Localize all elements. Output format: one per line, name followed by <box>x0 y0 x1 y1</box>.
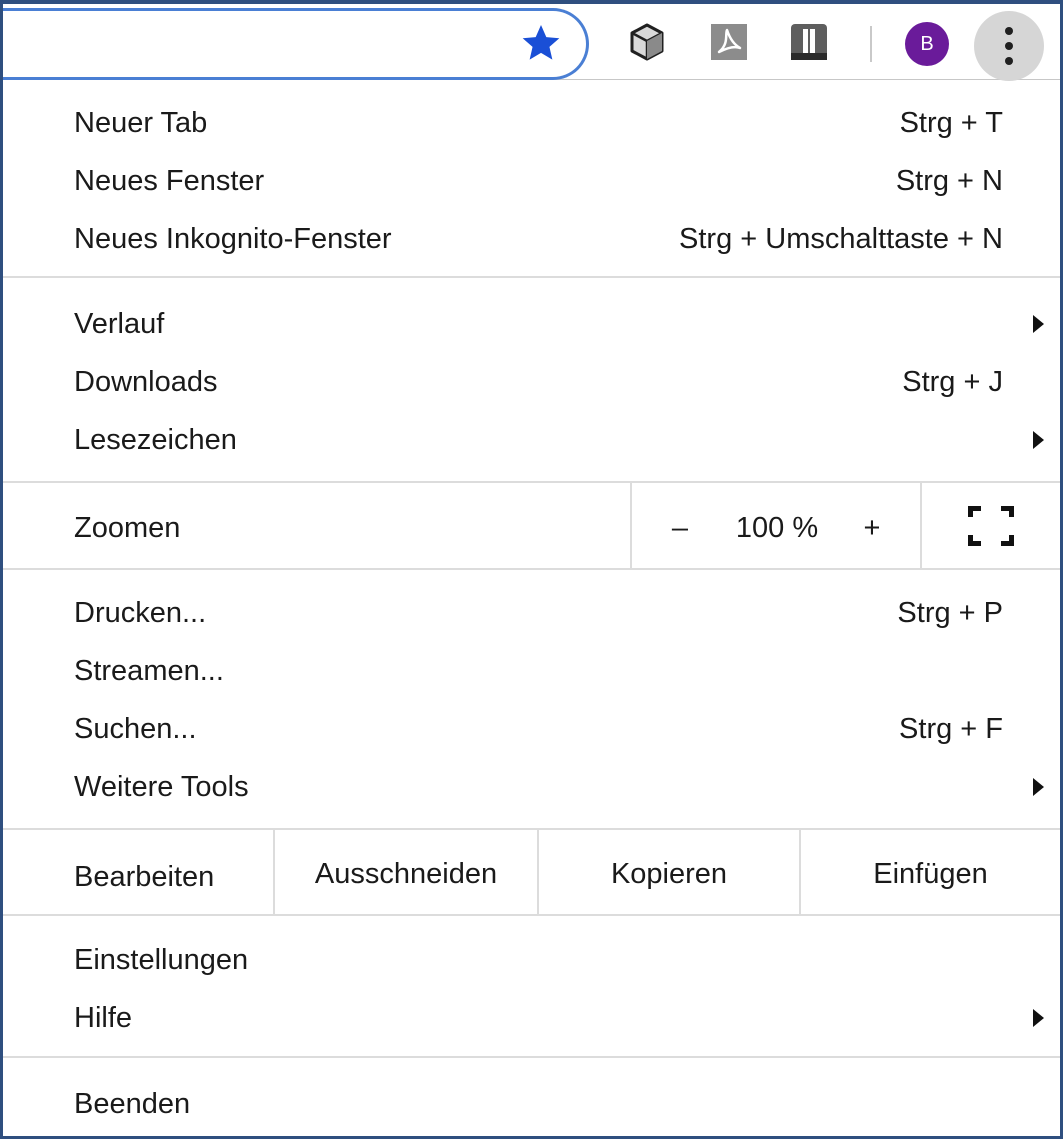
menu-item-label: Drucken... <box>74 597 207 629</box>
menu-separator <box>3 828 1060 830</box>
menu-item-label: Suchen... <box>74 713 197 745</box>
menu-separator <box>3 481 1060 483</box>
toolbar-divider <box>870 26 872 62</box>
menu-item-label: Neues Fenster <box>74 165 265 197</box>
menu-item-find[interactable]: Suchen... Strg + F <box>3 701 1060 757</box>
menu-item-exit[interactable]: Beenden <box>3 1076 1060 1132</box>
menu-item-new-tab[interactable]: Neuer Tab Strg + T <box>3 95 1060 151</box>
menu-item-label: Bearbeiten <box>74 861 215 893</box>
profile-avatar[interactable]: B <box>905 22 949 66</box>
more-vert-icon[interactable] <box>974 11 1044 81</box>
copy-button[interactable]: Kopieren <box>539 854 799 894</box>
pdf-icon[interactable] <box>709 22 749 62</box>
menu-item-label: Neues Inkognito-Fenster <box>74 223 392 255</box>
star-icon[interactable] <box>519 21 563 65</box>
menu-item-label: Zoomen <box>74 512 181 544</box>
menu-item-label: Verlauf <box>74 308 165 340</box>
menu-item-label: Lesezeichen <box>74 424 237 456</box>
menu-item-label: Streamen... <box>74 655 224 687</box>
menu-item-downloads[interactable]: Downloads Strg + J <box>3 354 1060 410</box>
zoom-divider <box>920 483 922 569</box>
zoom-level: 100 % <box>735 512 819 544</box>
menu-item-label: Weitere Tools <box>74 771 249 803</box>
menu-separator <box>3 1056 1060 1058</box>
browser-toolbar: B <box>3 4 1060 81</box>
cube-icon[interactable] <box>627 22 667 62</box>
zoom-divider <box>630 483 632 569</box>
menu-item-bookmarks[interactable]: Lesezeichen <box>3 412 1060 468</box>
zoom-out-button[interactable]: – <box>663 508 697 548</box>
menu-separator <box>3 568 1060 570</box>
submenu-arrow-icon <box>1033 315 1044 333</box>
menu-item-cast[interactable]: Streamen... <box>3 643 1060 699</box>
menu-item-settings[interactable]: Einstellungen <box>3 932 1060 988</box>
menu-item-more-tools[interactable]: Weitere Tools <box>3 759 1060 815</box>
menu-item-zoom: Zoomen <box>3 500 1060 556</box>
zoom-in-button[interactable]: + <box>855 508 889 548</box>
paste-button[interactable]: Einfügen <box>801 854 1060 894</box>
submenu-arrow-icon <box>1033 778 1044 796</box>
address-bar[interactable] <box>3 8 589 80</box>
menu-item-incognito[interactable]: Neues Inkognito-Fenster Strg + Umschaltt… <box>3 211 1060 267</box>
menu-item-history[interactable]: Verlauf <box>3 296 1060 352</box>
submenu-arrow-icon <box>1033 431 1044 449</box>
cut-button[interactable]: Ausschneiden <box>275 854 537 894</box>
menu-separator <box>3 276 1060 278</box>
menu-item-label: Hilfe <box>74 1002 133 1034</box>
extension-icon[interactable] <box>789 22 829 62</box>
menu-item-label: Neuer Tab <box>74 107 208 139</box>
shortcut-label: Strg + F <box>899 713 1003 745</box>
shortcut-label: Strg + P <box>897 597 1003 629</box>
menu-item-print[interactable]: Drucken... Strg + P <box>3 585 1060 641</box>
shortcut-label: Strg + T <box>899 107 1003 139</box>
submenu-arrow-icon <box>1033 1009 1044 1027</box>
browser-window: B Neuer Tab Strg + T Neues Fenster Strg … <box>0 0 1063 1139</box>
menu-item-help[interactable]: Hilfe <box>3 990 1060 1046</box>
menu-separator <box>3 914 1060 916</box>
menu-item-label: Einstellungen <box>74 944 249 976</box>
menu-item-label: Downloads <box>74 366 218 398</box>
shortcut-label: Strg + N <box>895 165 1003 197</box>
shortcut-label: Strg + J <box>902 366 1003 398</box>
menu-item-new-window[interactable]: Neues Fenster Strg + N <box>3 153 1060 209</box>
shortcut-label: Strg + Umschalttaste + N <box>679 223 1003 255</box>
menu-item-label: Beenden <box>74 1088 191 1120</box>
fullscreen-icon[interactable] <box>968 506 1014 546</box>
